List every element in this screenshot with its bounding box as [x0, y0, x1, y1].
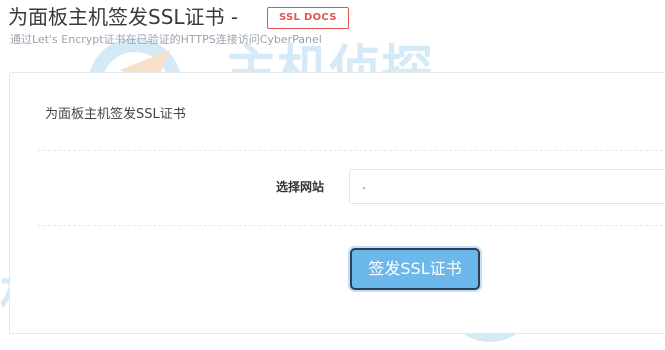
issue-ssl-button[interactable]: 签发SSL证书 [350, 248, 480, 290]
ssl-docs-badge[interactable]: SSL DOCS [267, 7, 349, 29]
page-header: 为面板主机签发SSL证书 - SSL DOCS 通过Let's Encrypt证… [0, 0, 665, 62]
divider-bottom [38, 225, 665, 226]
panel-title: 为面板主机签发SSL证书 [45, 107, 186, 122]
website-label: 选择网站 [276, 180, 325, 194]
website-select[interactable]: . [349, 169, 665, 204]
divider-top [38, 150, 665, 151]
issue-ssl-panel: 为面板主机签发SSL证书 选择网站 . 签发SSL证书 [9, 72, 665, 334]
page-title: 为面板主机签发SSL证书 - [8, 5, 239, 29]
page-subtitle: 通过Let's Encrypt证书在已验证的HTTPS连接访问CyberPane… [10, 33, 322, 46]
